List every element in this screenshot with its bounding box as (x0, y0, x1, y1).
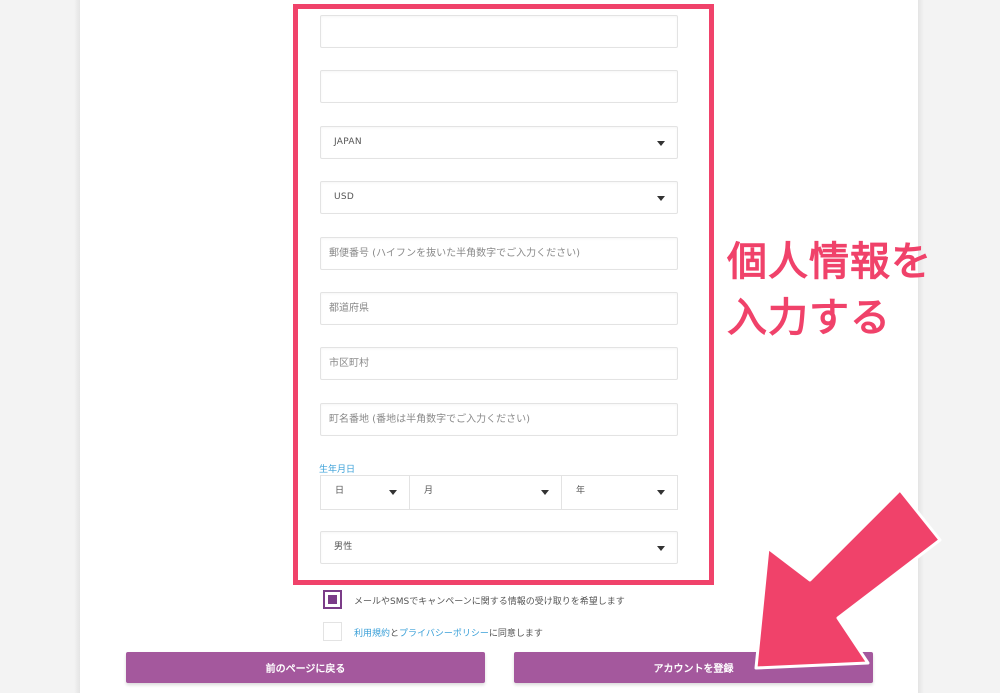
left-gutter (0, 0, 80, 693)
terms-checkbox[interactable] (323, 622, 342, 641)
privacy-link[interactable]: プライバシーポリシー (399, 629, 489, 639)
annotation-line-2: 入力する (727, 295, 891, 341)
terms-link[interactable]: 利用規約 (354, 629, 390, 639)
highlight-frame (293, 4, 714, 585)
right-gutter (918, 0, 1000, 693)
marketing-checkbox[interactable] (323, 590, 342, 609)
register-button[interactable]: アカウントを登録 (514, 652, 873, 683)
back-button[interactable]: 前のページに戻る (126, 652, 485, 683)
annotation-line-1: 個人情報を (727, 239, 932, 285)
terms-and-text: と (390, 629, 400, 639)
marketing-label: メールやSMSでキャンペーンに関する情報の受け取りを希望します (354, 597, 625, 607)
terms-label: 利用規約とプライバシーポリシーに同意します (354, 626, 543, 639)
terms-suffix-text: に同意します (488, 629, 543, 639)
